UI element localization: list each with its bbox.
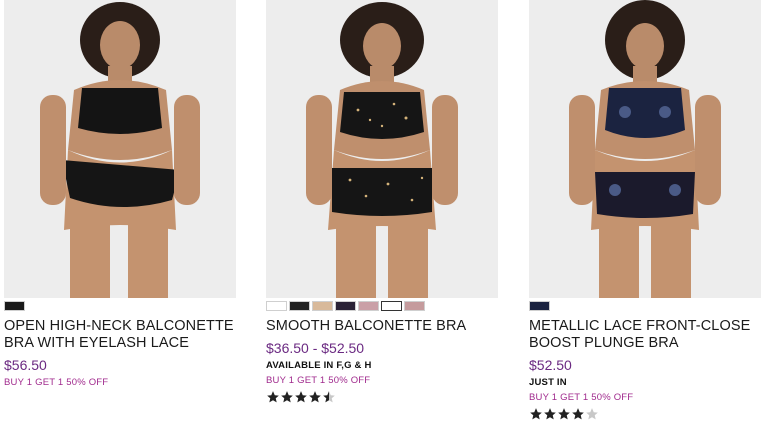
product-title-line1[interactable]: METALLIC LACE FRONT-CLOSE [529, 318, 761, 335]
promo-text: BUY 1 GET 1 50% OFF [4, 377, 109, 388]
color-swatch[interactable] [358, 301, 379, 311]
color-swatch[interactable] [4, 301, 25, 311]
product-title-line1[interactable]: OPEN HIGH-NECK BALCONETTE [4, 318, 236, 335]
star-empty-icon [586, 408, 598, 420]
color-swatches [529, 301, 761, 311]
star-filled-icon [530, 408, 542, 420]
model-photo [266, 0, 498, 298]
product-title[interactable]: SMOOTH BALCONETTE BRA [266, 318, 498, 335]
product-title-line1[interactable]: SMOOTH BALCONETTE BRA [266, 318, 498, 335]
star-filled-icon [295, 391, 307, 403]
product-image[interactable] [266, 0, 498, 298]
color-swatches [266, 301, 498, 311]
product-image[interactable] [529, 0, 761, 298]
product-title[interactable]: OPEN HIGH-NECK BALCONETTE BRA WITH EYELA… [4, 318, 236, 352]
star-filled-icon [309, 391, 321, 403]
star-filled-icon [558, 408, 570, 420]
color-swatch[interactable] [335, 301, 356, 311]
product-card-2[interactable]: SMOOTH BALCONETTE BRA $36.50 - $52.50 AV… [266, 0, 498, 404]
promo-text: BUY 1 GET 1 50% OFF [266, 375, 371, 386]
product-title-line2[interactable]: BRA WITH EYELASH LACE [4, 335, 236, 352]
product-price: $56.50 [4, 357, 47, 373]
product-image[interactable] [4, 0, 236, 298]
promo-text: BUY 1 GET 1 50% OFF [529, 392, 634, 403]
availability-text: JUST IN [529, 377, 567, 388]
rating-stars[interactable] [529, 407, 761, 421]
rating-stars[interactable] [266, 390, 498, 404]
color-swatch[interactable] [381, 301, 402, 311]
color-swatch[interactable] [289, 301, 310, 311]
color-swatch[interactable] [404, 301, 425, 311]
product-price: $36.50 - $52.50 [266, 340, 365, 356]
color-swatch[interactable] [529, 301, 550, 311]
color-swatch[interactable] [312, 301, 333, 311]
model-photo [529, 0, 761, 298]
star-filled-icon [281, 391, 293, 403]
color-swatches [4, 301, 236, 311]
star-filled-icon [572, 408, 584, 420]
star-filled-icon [267, 391, 279, 403]
product-card-3[interactable]: METALLIC LACE FRONT-CLOSE BOOST PLUNGE B… [529, 0, 761, 421]
product-price: $52.50 [529, 357, 572, 373]
availability-text: AVAILABLE IN F,G & H [266, 360, 372, 371]
color-swatch[interactable] [266, 301, 287, 311]
product-title-line2[interactable]: BOOST PLUNGE BRA [529, 335, 761, 352]
product-title[interactable]: METALLIC LACE FRONT-CLOSE BOOST PLUNGE B… [529, 318, 761, 352]
product-card-1[interactable]: OPEN HIGH-NECK BALCONETTE BRA WITH EYELA… [4, 0, 236, 388]
star-filled-icon [544, 408, 556, 420]
model-photo [4, 0, 236, 298]
star-half-icon [323, 391, 335, 403]
